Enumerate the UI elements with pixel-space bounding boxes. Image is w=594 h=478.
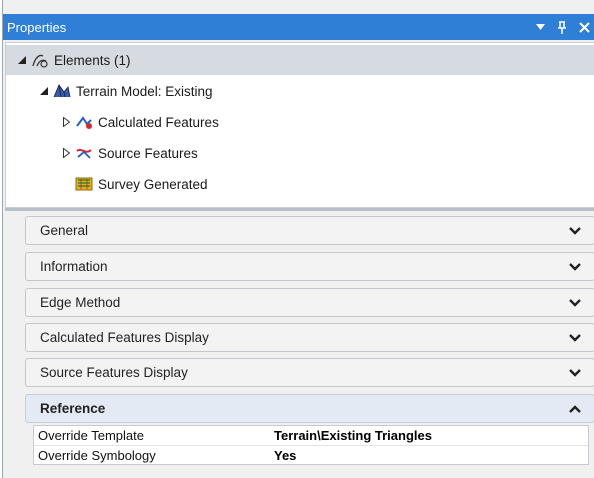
section-information[interactable]: Information bbox=[25, 252, 594, 281]
properties-panel: Properties Elements (1) Terrain Model: E… bbox=[2, 0, 594, 478]
chevron-down-icon bbox=[569, 334, 581, 342]
chevron-down-icon bbox=[569, 299, 581, 307]
tree-item-elements[interactable]: Elements (1) bbox=[6, 45, 594, 75]
title-controls bbox=[533, 19, 594, 35]
chevron-up-icon bbox=[569, 405, 581, 413]
tree-item-label: Elements (1) bbox=[54, 52, 131, 68]
section-edge-method[interactable]: Edge Method bbox=[25, 288, 594, 317]
section-general[interactable]: General bbox=[25, 216, 594, 245]
chevron-down-icon bbox=[569, 369, 581, 377]
tree-item-survey-generated[interactable]: Survey Generated bbox=[6, 169, 208, 199]
property-value[interactable]: Terrain\Existing Triangles bbox=[274, 428, 588, 443]
tree-item-label: Terrain Model: Existing bbox=[76, 83, 213, 99]
tree-item-label: Source Features bbox=[98, 145, 198, 161]
element-tree: Elements (1) Terrain Model: Existing Cal… bbox=[5, 42, 594, 208]
survey-generated-icon bbox=[74, 176, 94, 192]
collapse-arrow-icon[interactable] bbox=[36, 87, 52, 95]
section-label: Calculated Features Display bbox=[40, 330, 209, 345]
tree-item-calculated-features[interactable]: Calculated Features bbox=[6, 107, 219, 137]
tree-item-source-features[interactable]: Source Features bbox=[6, 138, 198, 168]
panel-splitter[interactable] bbox=[5, 208, 594, 211]
section-label: Edge Method bbox=[40, 295, 121, 310]
property-value[interactable]: Yes bbox=[274, 448, 588, 463]
tree-item-terrain-model[interactable]: Terrain Model: Existing bbox=[6, 76, 213, 106]
close-icon[interactable] bbox=[577, 19, 591, 35]
expand-arrow-icon[interactable] bbox=[58, 117, 74, 127]
section-label: General bbox=[40, 223, 89, 238]
expand-arrow-icon[interactable] bbox=[58, 148, 74, 158]
panel-title: Properties bbox=[7, 19, 67, 35]
property-row-override-template[interactable]: Override Template Terrain\Existing Trian… bbox=[34, 426, 588, 445]
property-row-override-symbology[interactable]: Override Symbology Yes bbox=[34, 445, 588, 464]
terrain-model-icon bbox=[52, 83, 72, 99]
source-features-icon bbox=[74, 145, 94, 161]
chevron-down-icon bbox=[569, 227, 581, 235]
section-label: Reference bbox=[40, 401, 106, 416]
title-bar: Properties bbox=[3, 14, 594, 40]
section-label: Information bbox=[40, 259, 108, 274]
section-reference[interactable]: Reference bbox=[25, 394, 594, 423]
chevron-down-icon bbox=[569, 263, 581, 271]
section-calculated-features-display[interactable]: Calculated Features Display bbox=[25, 323, 594, 352]
elements-icon bbox=[30, 52, 50, 68]
calculated-features-icon bbox=[74, 114, 94, 130]
property-name: Override Symbology bbox=[38, 447, 156, 463]
dropdown-arrow-icon[interactable] bbox=[533, 19, 547, 35]
reference-property-grid: Override Template Terrain\Existing Trian… bbox=[33, 425, 589, 465]
pin-icon[interactable] bbox=[555, 19, 569, 35]
tree-item-label: Survey Generated bbox=[98, 176, 208, 192]
section-label: Source Features Display bbox=[40, 365, 188, 380]
section-source-features-display[interactable]: Source Features Display bbox=[25, 358, 594, 387]
collapse-arrow-icon[interactable] bbox=[14, 56, 30, 64]
property-name: Override Template bbox=[38, 428, 144, 443]
tree-item-label: Calculated Features bbox=[98, 114, 219, 130]
